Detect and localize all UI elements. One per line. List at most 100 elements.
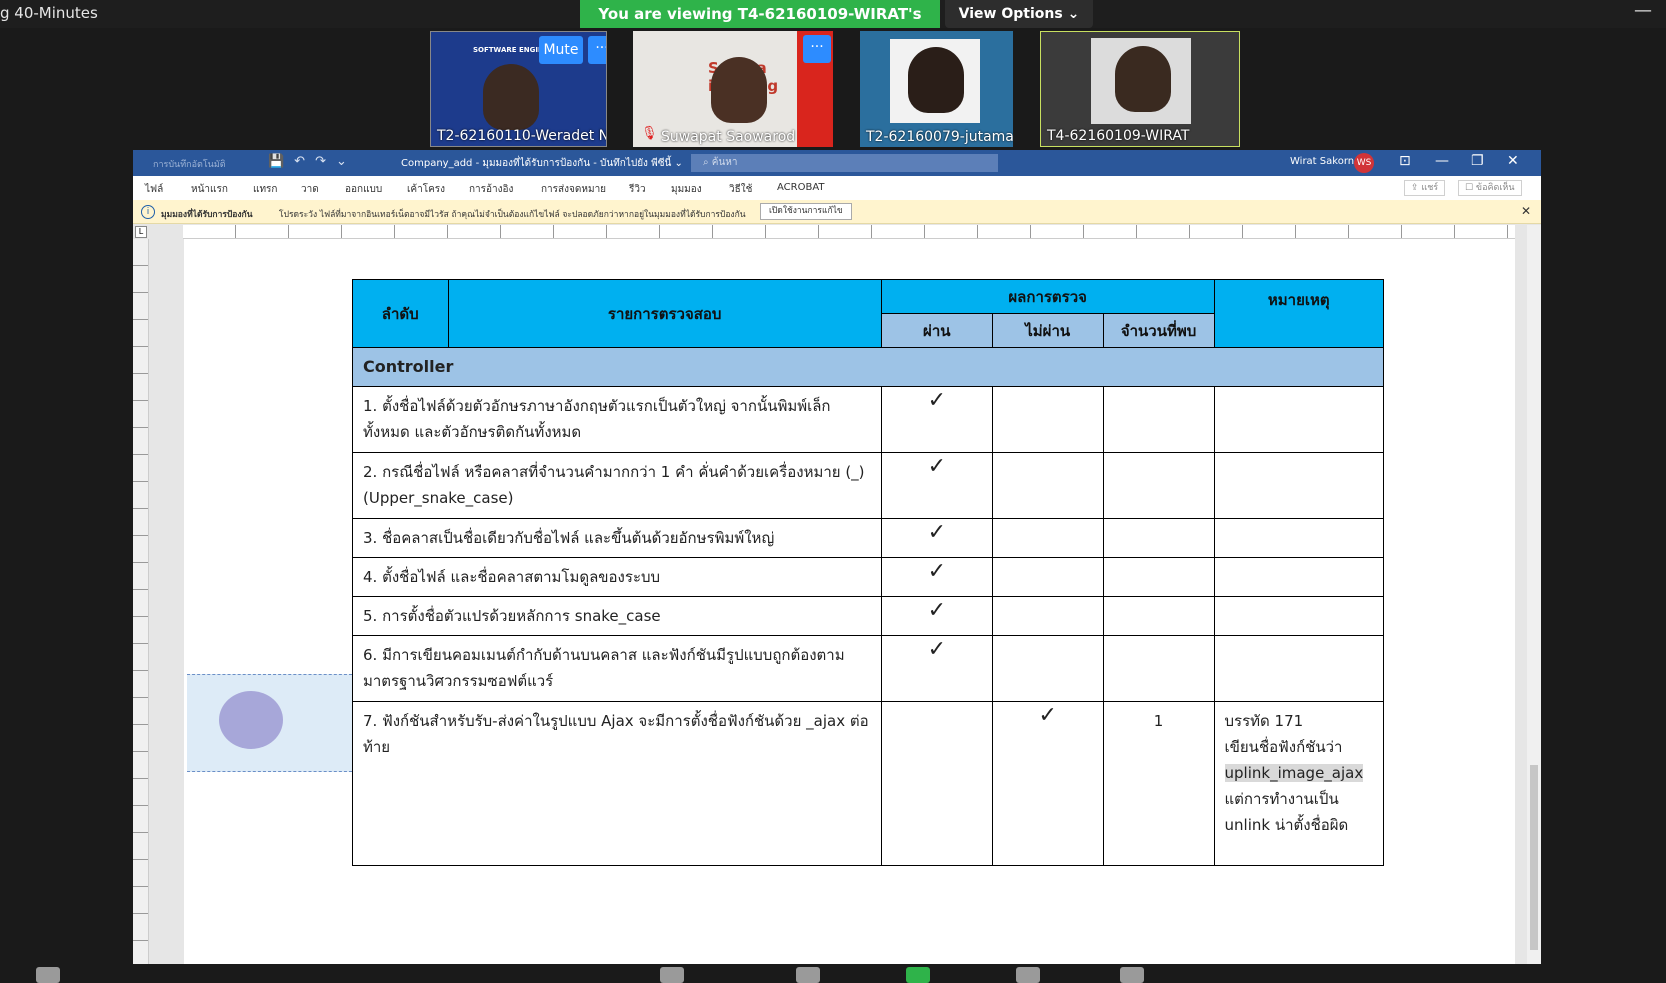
row-text: 5. การตั้งชื่อตัวแปรด้วยหลักการ snake_ca…: [352, 596, 882, 636]
tab-draw[interactable]: วาด: [301, 182, 319, 197]
participants-icon[interactable]: [660, 967, 684, 983]
close-window-icon[interactable]: ✕: [1507, 153, 1519, 169]
fail-check: [991, 596, 1104, 636]
row-text: 7. ฟังก์ชันสำหรับรับ-ส่งค่าในรูปแบบ Ajax…: [352, 701, 882, 866]
tab-insert[interactable]: แทรก: [253, 182, 277, 197]
note-line: เขียนชื่อฟังก์ชันว่า: [1224, 738, 1343, 756]
close-icon[interactable]: ✕: [1521, 204, 1531, 218]
header-note: หมายเหตุ: [1213, 279, 1385, 348]
minimize-icon[interactable]: —: [1634, 0, 1652, 21]
participant-video: [711, 57, 767, 123]
share-button[interactable]: ⇪ แชร์: [1404, 180, 1446, 196]
participant-video: [908, 47, 964, 113]
reactions-icon[interactable]: [1120, 967, 1144, 983]
pass-check: ✓: [880, 518, 993, 558]
thumb-banner-text: SOFTWARE ENGIN: [473, 46, 544, 54]
mute-button[interactable]: Mute: [539, 36, 583, 64]
autosave-toggle[interactable]: การบันทึกอัตโนมัติ: [153, 157, 226, 171]
participant-tile[interactable]: Softwa ineering ··· Suwapat Saowarod 🎙: [633, 31, 833, 147]
note-cell: [1213, 518, 1385, 558]
oval-shape[interactable]: [219, 691, 283, 749]
tab-view[interactable]: มุมมอง: [671, 182, 702, 197]
user-name: Wirat Sakorn: [1290, 156, 1355, 167]
header-count: จำนวนที่พบ: [1102, 313, 1215, 348]
table-row: 4. ตั้งชื่อไฟล์ และชื่อคลาสตามโมดูลของระ…: [352, 557, 1385, 597]
quick-access-toolbar[interactable]: 💾↶↷⌄: [268, 154, 357, 169]
avatar[interactable]: WS: [1354, 153, 1374, 173]
protected-view-bar: i มุมมองที่ได้รับการป้องกัน โปรดระวัง ไฟ…: [133, 200, 1541, 224]
fail-check: ✓: [991, 701, 1104, 866]
count-cell: [1102, 557, 1215, 597]
count-cell: [1102, 596, 1215, 636]
participant-video: [1115, 46, 1171, 112]
table-row: 7. ฟังก์ชันสำหรับรับ-ส่งค่าในรูปแบบ Ajax…: [352, 701, 1385, 866]
document-title: Company_add - มุมมองที่ได้รับการป้องกัน …: [401, 158, 683, 169]
count-cell: [1102, 452, 1215, 519]
pass-check: ✓: [880, 596, 993, 636]
enable-editing-button[interactable]: เปิดใช้งานการแก้ไข: [760, 203, 852, 220]
restore-window-icon[interactable]: ❐: [1471, 153, 1484, 169]
tab-help[interactable]: วิธีใช้: [729, 182, 752, 197]
tab-layout[interactable]: เค้าโครง: [407, 182, 445, 197]
word-title-bar: การบันทึกอัตโนมัติ 💾↶↷⌄ Company_add - มุ…: [133, 150, 1541, 176]
header-item: รายการตรวจสอบ: [447, 279, 882, 348]
note-cell: บรรทัด 171 เขียนชื่อฟังก์ชันว่า uplink_i…: [1213, 701, 1385, 866]
info-icon: i: [141, 205, 155, 219]
table-row: 6. มีการเขียนคอมเมนต์กำกับด้านบนคลาส และ…: [352, 635, 1385, 702]
chat-icon[interactable]: [796, 967, 820, 983]
fail-check: [991, 386, 1104, 453]
meeting-title: g 40-Minutes: [0, 4, 98, 22]
header-pass: ผ่าน: [880, 313, 993, 348]
count-cell: [1102, 386, 1215, 453]
table-row: 5. การตั้งชื่อตัวแปรด้วยหลักการ snake_ca…: [352, 596, 1385, 636]
search-icon: ⌕: [703, 157, 712, 168]
note-cell: [1213, 596, 1385, 636]
participant-tile[interactable]: T2-62160079-jutamas: [860, 31, 1013, 147]
participant-video: [483, 64, 539, 130]
tab-home[interactable]: หน้าแรก: [191, 182, 228, 197]
header-result: ผลการตรวจ: [880, 279, 1215, 314]
checklist-table: ลำดับ รายการตรวจสอบ ผลการตรวจ หมายเหตุ ผ…: [352, 279, 1385, 866]
scrollbar-thumb[interactable]: [1530, 765, 1538, 950]
header-fail: ไม่ผ่าน: [991, 313, 1104, 348]
row-text: 3. ชื่อคลาสเป็นชื่อเดียวกับชื่อไฟล์ และข…: [352, 518, 882, 558]
tab-mailings[interactable]: การส่งจดหมาย: [541, 182, 606, 197]
tab-selector[interactable]: L: [135, 226, 147, 238]
more-options-button[interactable]: ···: [588, 36, 606, 64]
view-options-button[interactable]: View Options ⌄: [945, 0, 1093, 28]
protected-view-message: โปรดระวัง ไฟล์ที่มาจากอินเทอร์เน็ตอาจมีไ…: [279, 210, 746, 220]
tab-design[interactable]: ออกแบบ: [345, 182, 382, 197]
note-cell: [1213, 635, 1385, 702]
note-line: unlink น่าตั้งชื่อผิด: [1224, 816, 1349, 834]
row-text: 1. ตั้งชื่อไฟล์ด้วยตัวอักษรภาษาอังกฤษตัว…: [352, 386, 882, 453]
share-screen-icon[interactable]: [906, 967, 930, 983]
participant-tile[interactable]: SOFTWARE ENGIN Mute ··· T2-62160110-Wera…: [430, 31, 607, 147]
record-icon[interactable]: [1016, 967, 1040, 983]
tab-file[interactable]: ไฟล์: [145, 182, 163, 197]
more-options-button[interactable]: ···: [803, 35, 831, 63]
fail-check: [991, 635, 1104, 702]
comments-button[interactable]: ☐ ข้อคิดเห็น: [1458, 180, 1522, 196]
tab-acrobat[interactable]: ACROBAT: [777, 182, 825, 193]
pass-check: ✓: [880, 386, 993, 453]
fail-check: [991, 518, 1104, 558]
tab-references[interactable]: การอ้างอิง: [469, 182, 513, 197]
pass-check: ✓: [880, 635, 993, 702]
fail-check: [991, 452, 1104, 519]
ribbon-display-icon[interactable]: ⊡: [1399, 153, 1411, 169]
selected-shape-anchor[interactable]: [187, 674, 352, 772]
table-row: 1. ตั้งชื่อไฟล์ด้วยตัวอักษรภาษาอังกฤษตัว…: [352, 386, 1385, 453]
vertical-scrollbar[interactable]: [1527, 225, 1541, 964]
protected-view-label: มุมมองที่ได้รับการป้องกัน: [161, 210, 253, 220]
minimize-window-icon[interactable]: —: [1435, 153, 1449, 169]
horizontal-ruler[interactable]: [183, 225, 1515, 239]
zoom-top-bar: g 40-Minutes You are viewing T4-62160109…: [0, 0, 1666, 51]
vertical-ruler[interactable]: [133, 239, 149, 964]
row-text: 4. ตั้งชื่อไฟล์ และชื่อคลาสตามโมดูลของระ…: [352, 557, 882, 597]
video-icon[interactable]: [36, 967, 60, 983]
tab-review[interactable]: รีวิว: [629, 182, 646, 197]
search-input[interactable]: ⌕ ค้นหา: [691, 154, 998, 172]
participant-tile-active[interactable]: T4-62160109-WIRAT: [1040, 31, 1240, 147]
ribbon-tabs: ไฟล์ หน้าแรก แทรก วาด ออกแบบ เค้าโครง กา…: [133, 176, 1541, 200]
count-cell: [1102, 635, 1215, 702]
